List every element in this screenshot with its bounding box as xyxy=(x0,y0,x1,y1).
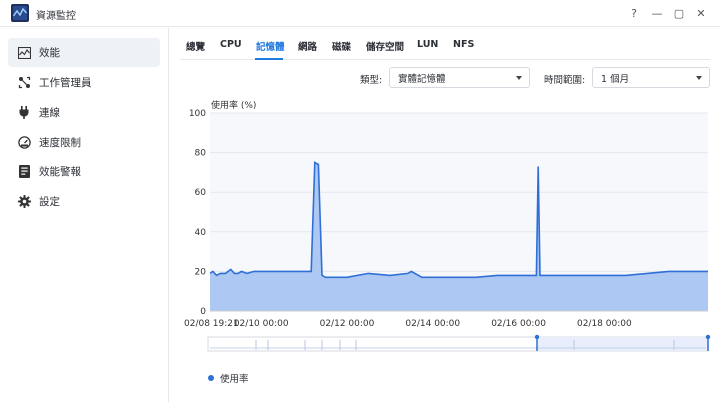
chart-legend[interactable]: 使用率 xyxy=(208,371,249,385)
x-tick-label: 02/18 00:00 xyxy=(577,319,632,329)
y-tick-label: 0 xyxy=(200,307,206,317)
legend-dot-icon xyxy=(208,375,214,381)
x-tick-label: 02/12 00:00 xyxy=(320,319,375,329)
x-tick-label: 02/14 00:00 xyxy=(405,319,460,329)
x-tick-label: 02/10 00:00 xyxy=(234,319,289,329)
y-tick-label: 60 xyxy=(195,188,207,198)
x-tick-label: 02/16 00:00 xyxy=(491,319,546,329)
resource-monitor-window: 資源監控 ? — ▢ ✕ 效能 工作管理員 連線 速度限制 效能警報 設定 總覽… xyxy=(0,0,720,402)
navigator-handle-knob xyxy=(534,334,540,340)
y-tick-label: 20 xyxy=(195,267,207,277)
y-tick-label: 100 xyxy=(189,109,206,119)
legend-label: 使用率 xyxy=(220,374,249,385)
y-tick-label: 40 xyxy=(195,228,207,238)
y-tick-label: 80 xyxy=(195,149,207,159)
y-axis-label: 使用率 (%) xyxy=(211,99,256,111)
x-tick-label: 02/08 19:21 xyxy=(184,319,239,329)
range-navigator[interactable] xyxy=(207,334,711,352)
memory-usage-chart: 使用率 (%) 0 20 40 60 80 100 02/08 19:2102/10 00:… xyxy=(184,99,711,352)
navigator-handle-knob xyxy=(705,334,711,340)
navigator-selection xyxy=(537,337,708,351)
